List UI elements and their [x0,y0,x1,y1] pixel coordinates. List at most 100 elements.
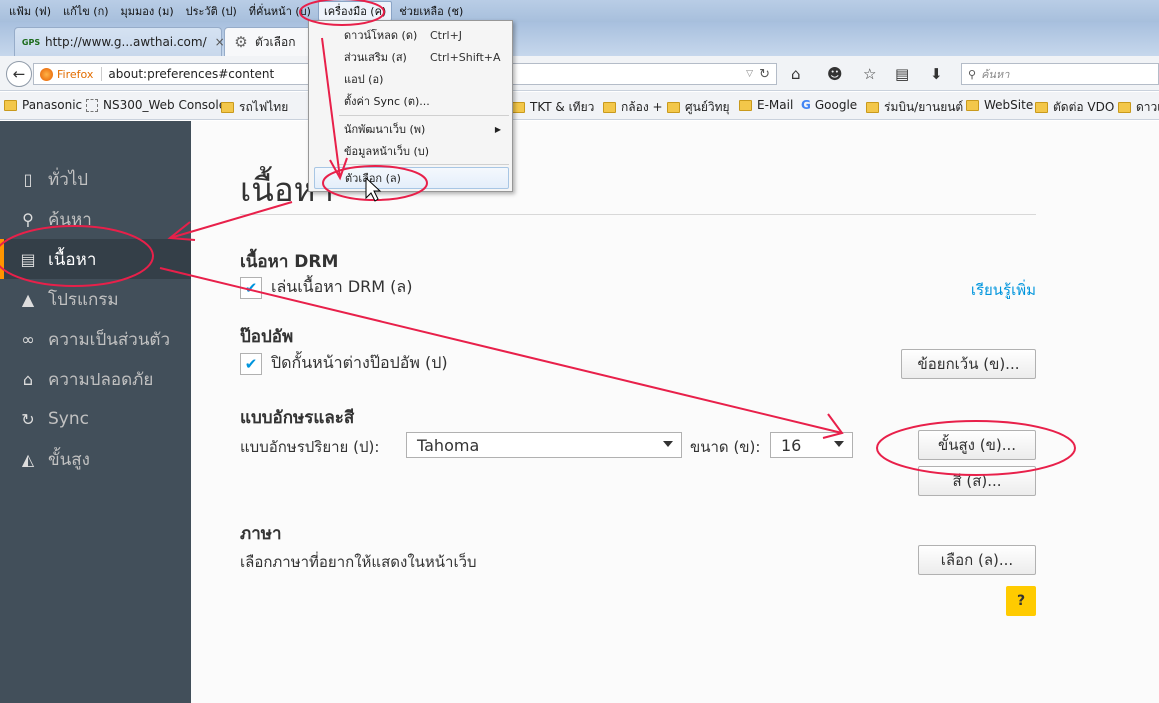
folder-icon [739,99,752,111]
bookmark-folder[interactable]: รถไฟไทย [221,98,288,117]
menu-item-sync-setup[interactable]: ตั้งค่า Sync (ต)... [314,90,509,112]
menu-history[interactable]: ประวัติ (ป) [181,2,242,20]
popup-checkbox-label: ปิดกั้นหน้าต่างป๊อปอัพ (ป) [271,353,448,372]
default-font-label: แบบอักษรปริยาย (ป): [240,438,380,456]
menu-item-apps[interactable]: แอป (อ) [314,68,509,90]
divider [240,214,1036,215]
choose-languages-button[interactable]: เลือก (ล)... [918,545,1036,575]
back-arrow-icon[interactable]: ← [6,61,32,87]
menu-edit[interactable]: แก้ไข (ก) [58,2,114,20]
wizard-hat-icon: ◭ [21,449,35,469]
drm-checkbox-row[interactable]: ✔ เล่นเนื้อหา DRM (ล) [240,275,412,300]
search-icon: ⚲ [968,67,977,81]
dropdown-icon[interactable]: ▽ [746,69,753,79]
rocket-icon: ▲ [21,289,35,309]
tab-bar: GPS http://www.g...awthai.com/ × ⚙ ตัวเล… [0,22,1159,56]
tab-gps[interactable]: GPS http://www.g...awthai.com/ × [14,27,225,56]
identity-label: Firefox [57,67,94,81]
download-arrow-icon[interactable]: ⬇ [930,65,943,83]
section-heading-languages: ภาษา [240,524,282,544]
tools-dropdown-menu: ดาวน์โหลด (ด) Ctrl+J ส่วนเสริม (ส) Ctrl+… [308,20,513,192]
section-heading-fonts: แบบอักษรและสี [240,408,355,428]
tab-title: ตัวเลือก [255,34,296,49]
help-button[interactable]: ? [1006,586,1036,616]
menu-bookmarks[interactable]: ที่คั่นหน้า (บ) [244,2,316,20]
sidebar-item-search[interactable]: ⚲ ค้นหา [0,199,191,239]
bookmark-folder[interactable]: ดาวเ [1118,98,1159,117]
shortcut-label: Ctrl+J [430,28,463,42]
font-size-select[interactable]: 16 [770,432,853,458]
menu-file[interactable]: แฟ้ม (ฟ) [4,2,56,20]
navigation-bar: ← Firefox about:preferences#content ▽ ↻ … [0,56,1159,91]
bookmark-folder[interactable]: TKT & เทียว [512,98,594,117]
folder-icon [512,102,525,113]
menu-help[interactable]: ช่วยเหลือ (ช) [394,2,468,20]
divider [101,67,103,81]
sidebar-item-general[interactable]: ▯ ทั่วไป [0,159,191,199]
preferences-content: เนื้อหา เนื้อหา DRM ✔ เล่นเนื้อหา DRM (ล… [191,121,1159,703]
sidebar-item-advanced[interactable]: ◭ ขั้นสูง [0,439,191,479]
menu-item-web-developer[interactable]: นักพัฒนาเว็บ (พ) ▶ [314,118,509,140]
folder-icon [603,102,616,113]
default-font-select[interactable]: Tahoma [406,432,682,458]
reading-list-icon[interactable]: ▤ [895,65,909,83]
hello-chat-icon[interactable]: ☻ [827,65,843,83]
bookmark-folder[interactable]: ตัดต่อ VDO [1035,98,1114,117]
advanced-fonts-button[interactable]: ขั้นสูง (ข)... [918,430,1036,460]
home-icon[interactable]: ⌂ [791,65,801,83]
submenu-arrow-icon: ▶ [494,124,501,134]
lock-icon: ⌂ [22,369,34,389]
bookmark-folder[interactable]: ศูนย์วิทยุ [667,98,730,117]
search-placeholder: ค้นหา [981,68,1010,81]
bookmark-item[interactable]: G Google [801,98,857,112]
menu-tools[interactable]: เครื่องมือ (ค) [317,1,393,21]
section-heading-drm: เนื้อหา DRM [240,252,339,272]
folder-icon [1035,102,1048,113]
gear-icon: ⚙ [234,33,248,51]
sidebar-item-content[interactable]: ▤ เนื้อหา [0,239,191,279]
menu-item-addons[interactable]: ส่วนเสริม (ส) Ctrl+Shift+A [314,46,509,68]
site-favicon-icon: GPS [21,37,41,47]
page-icon [86,98,98,112]
sidebar-item-privacy[interactable]: ∞ ความเป็นส่วนตัว [0,319,191,359]
chevron-down-icon [663,441,673,447]
popup-checkbox[interactable]: ✔ [240,352,262,375]
learn-more-link[interactable]: เรียนรู้เพิ่ม [971,278,1036,302]
sidebar-item-sync[interactable]: ↻ Sync [0,399,191,439]
bookmark-item[interactable]: NS300_Web Console [86,98,226,112]
menu-separator [339,164,509,165]
search-input[interactable]: ⚲ ค้นหา [961,63,1159,85]
bookmark-folder[interactable]: WebSite [966,98,1033,112]
sidebar-item-applications[interactable]: ▲ โปรแกรม [0,279,191,319]
menu-item-options[interactable]: ตัวเลือก (ล) [314,167,509,189]
mask-icon: ∞ [21,329,35,349]
exceptions-button[interactable]: ข้อยกเว้น (ข)... [901,349,1036,379]
bookmark-folder[interactable]: ร่มบิน/ยานยนต์ [866,98,963,117]
search-icon: ⚲ [22,209,34,229]
firefox-icon [40,67,53,81]
folder-icon [4,99,17,111]
section-heading-popups: ป๊อปอัพ [240,327,294,347]
menu-separator [339,115,509,116]
reload-icon[interactable]: ↻ [759,67,770,82]
tab-title: http://www.g...awthai.com/ [45,35,207,49]
folder-icon [667,102,680,113]
general-switch-icon: ▯ [23,169,33,189]
preferences-sidebar: ▯ ทั่วไป ⚲ ค้นหา ▤ เนื้อหา ▲ โปรแกรม ∞ ค… [0,121,191,703]
drm-checkbox[interactable]: ✔ [240,276,262,299]
menu-item-page-info[interactable]: ข้อมูลหน้าเว็บ (บ) [314,140,509,162]
bookmark-folder[interactable]: กล้อง + [603,98,663,117]
languages-description: เลือกภาษาที่อยากให้แสดงในหน้าเว็บ [240,553,477,571]
sidebar-item-security[interactable]: ⌂ ความปลอดภัย [0,359,191,399]
menu-item-downloads[interactable]: ดาวน์โหลด (ด) Ctrl+J [314,24,509,46]
bookmark-folder[interactable]: E-Mail [739,98,793,112]
sync-icon: ↻ [21,409,35,429]
bookmark-folder[interactable]: Panasonic [4,98,82,112]
shortcut-label: Ctrl+Shift+A [430,50,501,64]
colors-button[interactable]: สี (ส)... [918,466,1036,496]
drm-checkbox-label: เล่นเนื้อหา DRM (ล) [271,277,413,296]
popup-checkbox-row[interactable]: ✔ ปิดกั้นหน้าต่างป๊อปอัพ (ป) [240,351,448,376]
folder-icon [966,99,979,111]
menu-view[interactable]: มุมมอง (ม) [116,2,179,20]
bookmark-star-icon[interactable]: ☆ [863,65,876,83]
